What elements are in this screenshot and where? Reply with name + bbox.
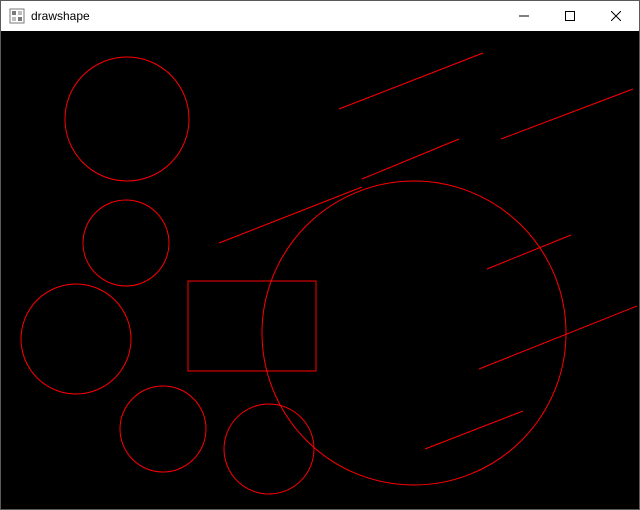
window-controls <box>501 1 639 31</box>
close-button[interactable] <box>593 1 639 31</box>
shape-line <box>487 235 571 269</box>
window-title: drawshape <box>31 9 501 23</box>
title-bar[interactable]: drawshape <box>1 1 639 31</box>
shape-line <box>362 139 459 179</box>
drawing-canvas[interactable] <box>1 31 639 509</box>
maximize-icon <box>565 11 575 21</box>
shape-line <box>501 89 633 139</box>
shape-line <box>339 53 483 109</box>
shape-circle <box>21 284 131 394</box>
shape-line <box>425 411 523 449</box>
maximize-button[interactable] <box>547 1 593 31</box>
shape-line <box>219 187 362 243</box>
minimize-icon <box>519 11 529 21</box>
shape-rect <box>188 281 316 371</box>
close-icon <box>611 11 621 21</box>
shape-circle <box>262 181 566 485</box>
app-icon <box>9 8 25 24</box>
shape-circle <box>120 386 206 472</box>
shape-circle <box>83 200 169 286</box>
app-window: drawshape <box>0 0 640 510</box>
shape-line <box>479 306 637 369</box>
canvas-svg <box>1 31 639 509</box>
shape-circle <box>224 404 314 494</box>
minimize-button[interactable] <box>501 1 547 31</box>
shape-circle <box>65 57 189 181</box>
